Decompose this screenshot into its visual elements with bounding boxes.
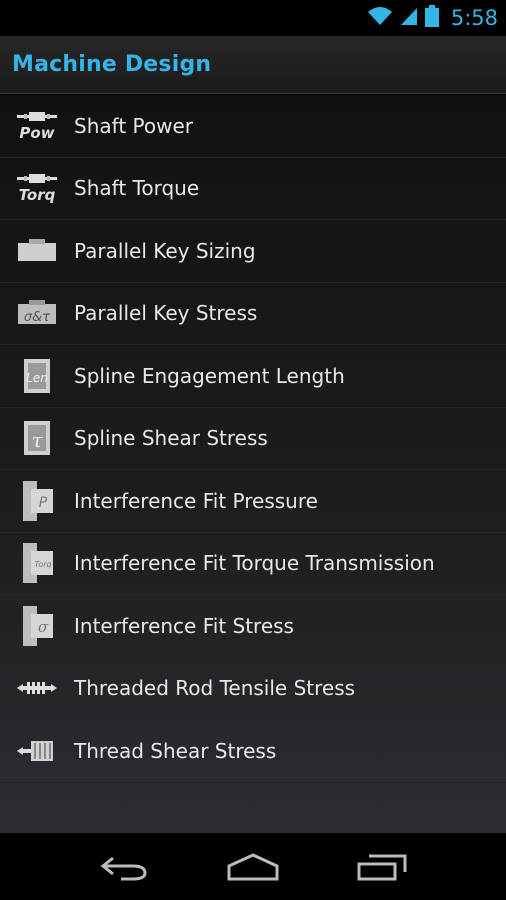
home-button[interactable] xyxy=(218,842,288,892)
action-bar: Machine Design xyxy=(0,36,506,94)
list-item-spline-engagement-length[interactable]: Len Spline Engagement Length xyxy=(0,345,506,408)
interference-torque-icon: Torq xyxy=(0,532,74,594)
list-item-label: Shaft Torque xyxy=(74,176,200,201)
list-item-label: Spline Shear Stress xyxy=(74,426,268,451)
svg-text:Len: Len xyxy=(26,371,48,385)
svg-text:σ: σ xyxy=(38,618,49,636)
navigation-bar xyxy=(0,833,506,900)
app-title: Machine Design xyxy=(12,52,212,77)
recent-apps-button[interactable] xyxy=(347,842,417,892)
svg-text:σ&τ: σ&τ xyxy=(24,310,50,325)
list-item-label: Interference Fit Pressure xyxy=(74,488,318,513)
list-item-parallel-key-sizing[interactable]: Parallel Key Sizing xyxy=(0,220,506,283)
list-item-interference-fit-torque[interactable]: Torq Interference Fit Torque Transmissio… xyxy=(0,532,506,595)
list-item-shaft-torque[interactable]: Torq Shaft Torque xyxy=(0,157,506,220)
parallel-key-stress-icon: σ&τ xyxy=(0,282,74,344)
list-item-label: Parallel Key Stress xyxy=(74,301,258,326)
svg-text:Torq: Torq xyxy=(34,560,51,569)
list-item-label: Interference Fit Stress xyxy=(74,613,294,638)
status-time: 5:58 xyxy=(450,6,498,30)
list-item-interference-fit-stress[interactable]: σ Interference Fit Stress xyxy=(0,595,506,658)
list-item-thread-shear[interactable]: Thread Shear Stress xyxy=(0,720,506,783)
list-item-label: Spline Engagement Length xyxy=(74,363,345,388)
threaded-rod-icon xyxy=(0,657,74,719)
list-item-interference-fit-pressure[interactable]: P Interference Fit Pressure xyxy=(0,470,506,533)
svg-text:Torq: Torq xyxy=(19,186,56,204)
interference-pressure-icon: P xyxy=(0,470,74,532)
list-item-spline-shear-stress[interactable]: τ Spline Shear Stress xyxy=(0,407,506,470)
list-item-label: Threaded Rod Tensile Stress xyxy=(74,676,356,701)
interference-stress-icon: σ xyxy=(0,595,74,657)
list-item-threaded-rod-tensile[interactable]: Threaded Rod Tensile Stress xyxy=(0,657,506,720)
thread-shear-icon xyxy=(0,720,74,782)
list-item-shaft-power[interactable]: Pow Shaft Power xyxy=(0,95,506,158)
list-item-parallel-key-stress[interactable]: σ&τ Parallel Key Stress xyxy=(0,282,506,345)
list-item-label: Parallel Key Sizing xyxy=(74,238,256,263)
home-icon xyxy=(227,852,279,880)
back-icon xyxy=(100,856,147,880)
list-item-label: Shaft Power xyxy=(74,113,193,138)
signal-icon xyxy=(399,6,419,30)
wifi-icon xyxy=(367,6,393,30)
list-item-label: Interference Fit Torque Transmission xyxy=(74,551,435,576)
spline-length-icon: Len xyxy=(0,345,74,407)
list-item-label: Thread Shear Stress xyxy=(74,738,277,763)
svg-text:P: P xyxy=(39,495,48,511)
shaft-power-icon: Pow xyxy=(0,95,74,157)
back-button[interactable] xyxy=(89,842,159,892)
parallel-key-icon xyxy=(0,220,74,282)
spline-shear-icon: τ xyxy=(0,407,74,469)
svg-text:Pow: Pow xyxy=(19,124,54,142)
recent-apps-icon xyxy=(357,854,407,880)
svg-text:τ: τ xyxy=(31,428,43,452)
battery-icon xyxy=(424,5,439,31)
status-bar: 5:58 xyxy=(0,0,506,36)
shaft-torque-icon: Torq xyxy=(0,157,74,219)
calculator-list: Pow Shaft Power Torq Shaft Torque Parall… xyxy=(0,95,506,833)
